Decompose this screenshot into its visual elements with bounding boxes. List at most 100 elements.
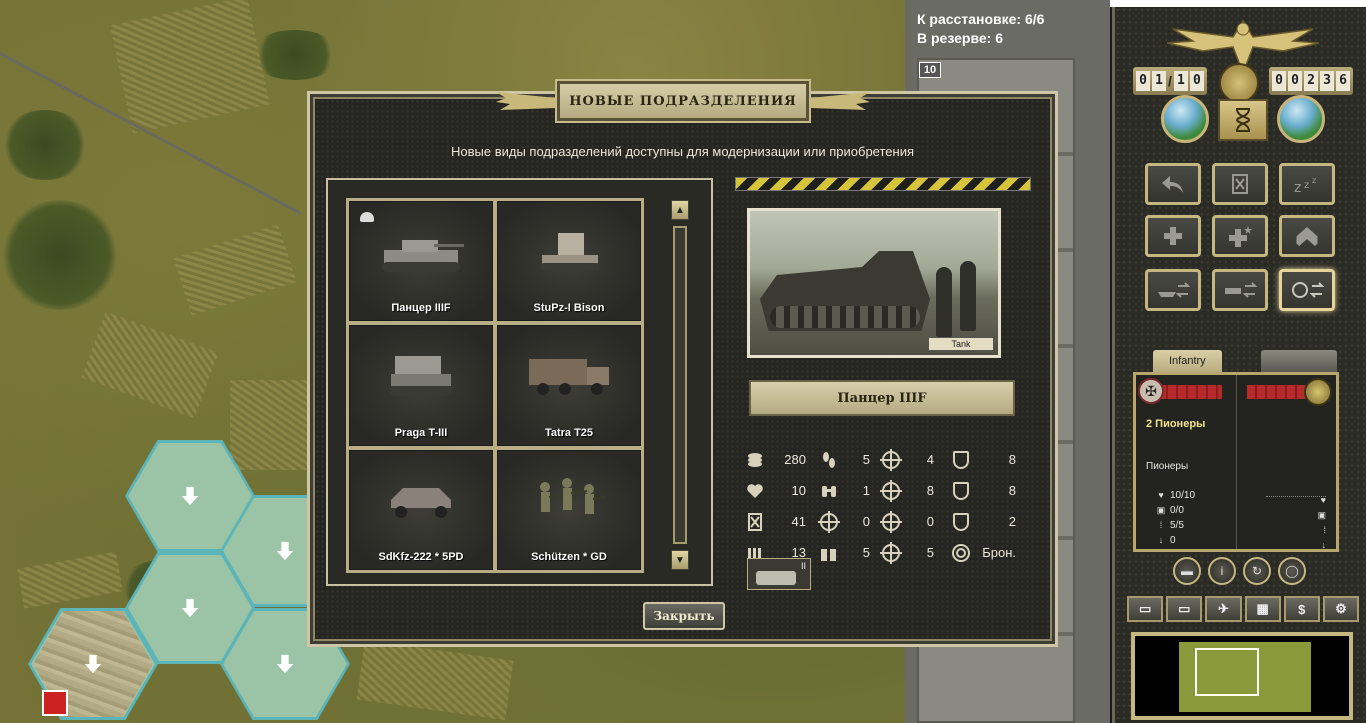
turn-counter: 0 1 / 1 0 — [1133, 67, 1207, 95]
reinforce-button[interactable] — [1145, 215, 1201, 257]
end-turn-button[interactable] — [1218, 99, 1268, 141]
upgrade-button[interactable] — [1279, 215, 1335, 257]
left-wing-icon — [496, 92, 556, 110]
turn-digit: 0 — [1189, 71, 1204, 91]
ship-swap-icon — [1158, 282, 1190, 298]
unit-tank-button[interactable]: ▬ — [1173, 557, 1201, 585]
sleep-button[interactable]: zzz — [1279, 163, 1335, 205]
turn-digit: 1 — [1152, 71, 1166, 91]
unit-column-primary: ✠ 2 Пионеры Пионеры ♥ 10/10 ▣ 0/0 ⁞ 5/5 ↓ 0 — [1136, 375, 1237, 549]
arrow-down-icon — [276, 541, 294, 561]
heart-icon: ♥ — [1320, 495, 1326, 505]
minimap-viewport[interactable] — [1195, 648, 1259, 696]
elite-reinforce-button[interactable] — [1212, 215, 1268, 257]
tank-icon: ▭ — [1138, 601, 1152, 616]
photo-caption: Tank — [928, 337, 994, 351]
svg-text:z: z — [1304, 180, 1309, 191]
gear-icon: ⚙ — [1335, 601, 1347, 616]
tab-infantry[interactable]: Infantry — [1153, 350, 1222, 372]
stat-value: 2 — [1008, 514, 1016, 529]
unit-chat-button[interactable]: ◯ — [1278, 557, 1306, 585]
purchase-button[interactable]: $ — [1283, 596, 1320, 622]
transport-units-button[interactable]: ▭ — [1166, 596, 1203, 622]
stat-value: 0 — [862, 514, 870, 529]
stat-row: 10 1 8 8 — [744, 475, 1034, 506]
settings-button[interactable]: ⚙ — [1322, 596, 1360, 622]
stat-value: 8 — [1008, 483, 1016, 498]
plane-shield-icon — [950, 480, 972, 502]
unit-name: 2 Пионеры — [1146, 418, 1206, 430]
heart-icon: ♥ — [1158, 490, 1164, 500]
unit-cell-panzer[interactable]: Панцер IIIF — [349, 201, 493, 322]
scroll-track[interactable] — [673, 226, 687, 544]
selected-unit-name: Панцер IIIF — [749, 380, 1015, 416]
stat-strength: 10 — [744, 480, 818, 502]
minimap[interactable] — [1131, 632, 1353, 720]
unit-column-secondary: ♥ ▣ ⁞ ↓ — [1237, 375, 1337, 550]
weather-globe-icon[interactable] — [1161, 95, 1209, 143]
stat-value: 41 — [791, 514, 806, 529]
bottom-toolbar: ▭ ▭ ✈ ▦ $ ⚙ — [1127, 596, 1360, 622]
resupply-button[interactable] — [1212, 163, 1268, 205]
ground-units-button[interactable]: ▭ — [1127, 596, 1164, 622]
farm-field — [173, 224, 297, 316]
unit-cell-sdkfz[interactable]: SdKfz-222 * 5PD — [349, 449, 493, 570]
coins-icon — [744, 449, 766, 471]
arrow-up-icon: ▲ — [675, 204, 685, 216]
info-icon: i — [1220, 564, 1224, 578]
tab-secondary[interactable] — [1261, 350, 1337, 372]
stat-value: 280 — [784, 452, 806, 467]
infantry-target-icon — [880, 448, 902, 471]
embark-naval-button[interactable] — [1145, 269, 1201, 311]
arrow-down-icon — [181, 486, 199, 506]
swap-target-button[interactable] — [1279, 269, 1335, 311]
stat-air-attack: 0 — [880, 510, 950, 533]
scroll-down-button[interactable]: ▼ — [671, 550, 689, 570]
score-digit: 0 — [1272, 71, 1286, 91]
dollar-icon: $ — [1298, 601, 1306, 617]
stat-value: 5 — [926, 545, 934, 560]
unit-cell-bison[interactable]: StuPz-I Bison — [497, 201, 641, 322]
unit-cell-tatra[interactable]: Tatra T25 — [497, 325, 641, 446]
unit-rename-button[interactable]: ↻ — [1243, 557, 1271, 585]
unit-stat-strength: ♥ 10/10 — [1156, 488, 1195, 503]
praga-tank-icon — [389, 356, 453, 397]
unit-cell-praga[interactable]: Praga T-III — [349, 325, 493, 446]
undo-button[interactable] — [1145, 163, 1201, 205]
city-flag-icon — [42, 690, 68, 716]
stat-close-defense: 2 — [950, 511, 1034, 533]
svg-text:z: z — [1294, 180, 1301, 194]
air-units-button[interactable]: ✈ — [1205, 596, 1242, 622]
unit-stat-table: 280 5 4 8 10 1 8 8 41 0 0 2 13 5 5 Брон. — [744, 444, 1034, 568]
weather-globe-icon[interactable] — [1277, 95, 1325, 143]
dialog-subtitle: Новые виды подразделений доступны для мо… — [450, 144, 915, 159]
unit-type: Пионеры — [1146, 461, 1189, 472]
right-wing-icon — [810, 92, 870, 110]
unit-info-button[interactable]: i — [1208, 557, 1236, 585]
truck-icon — [529, 359, 609, 396]
ammo-icon: ▣ — [1317, 510, 1326, 520]
unit-list-scrollbar[interactable]: ▲ ▼ — [671, 200, 689, 570]
armor-type-icon — [950, 542, 972, 564]
hex-grid-button[interactable]: ▦ — [1244, 596, 1281, 622]
unit-cell-schutzen[interactable]: Schützen * GD — [497, 449, 641, 570]
stat-value: 8 — [926, 483, 934, 498]
unit-grid: Панцер IIIF StuPz-I Bison Praga T-III Ta… — [346, 198, 644, 573]
farm-field — [356, 639, 514, 721]
turn-digit: 1 — [1173, 71, 1188, 91]
arrow-down-icon — [181, 598, 199, 618]
forest — [0, 200, 120, 310]
emblem-medallion-icon — [1219, 63, 1259, 103]
turn-digit: 0 — [1136, 71, 1150, 91]
naval-target-icon — [880, 541, 902, 564]
close-button[interactable]: Закрыть — [643, 602, 725, 630]
grid-icon: ▦ — [1256, 601, 1269, 616]
unit-label: Praga T-III — [394, 426, 448, 439]
mount-transport-button[interactable] — [1212, 269, 1268, 311]
stat-fuel-consumption: 5 — [818, 542, 880, 564]
scroll-up-button[interactable]: ▲ — [671, 200, 689, 220]
chat-icon: ◯ — [1285, 564, 1299, 578]
new-units-dialog: НОВЫЕ ПОДРАЗДЕЛЕНИЯ Новые виды подраздел… — [307, 81, 1058, 647]
dialog-title: НОВЫЕ ПОДРАЗДЕЛЕНИЯ — [557, 81, 809, 121]
truck-icon: ▭ — [1178, 601, 1191, 616]
